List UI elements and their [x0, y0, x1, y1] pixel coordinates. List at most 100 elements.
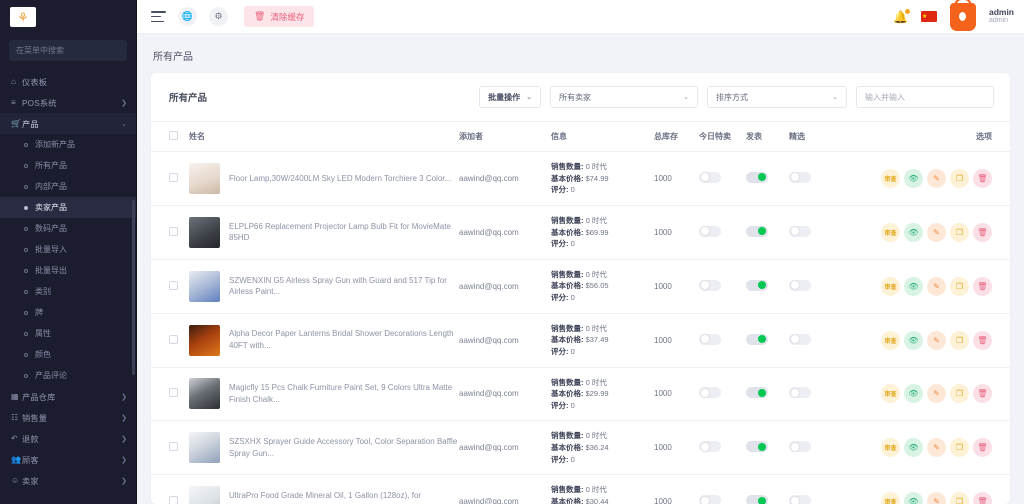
view-icon[interactable]: 👁	[904, 331, 923, 350]
row-checkbox[interactable]	[169, 335, 178, 344]
select-all-checkbox[interactable]	[169, 131, 178, 140]
review-button[interactable]: 审查	[881, 223, 900, 242]
edit-icon[interactable]: ✎	[927, 384, 946, 403]
row-checkbox[interactable]	[169, 173, 178, 182]
row-checkbox[interactable]	[169, 442, 178, 451]
delete-icon[interactable]: 🗑	[973, 438, 992, 457]
user-info[interactable]: admin admin	[989, 8, 1014, 26]
row-checkbox[interactable]	[169, 496, 178, 504]
sidebar-item-warehouse[interactable]: ▦ 产品仓库 ❯	[0, 386, 136, 407]
sidebar-item-seller-products[interactable]: 卖家产品	[0, 197, 136, 218]
view-icon[interactable]: 👁	[904, 277, 923, 296]
edit-icon[interactable]: ✎	[927, 492, 946, 504]
delete-icon[interactable]: 🗑	[973, 384, 992, 403]
sidebar-item-inhouse-products[interactable]: 内部产品	[0, 176, 136, 197]
featured-toggle[interactable]	[789, 441, 811, 452]
featured-toggle[interactable]	[789, 280, 811, 291]
view-icon[interactable]: 👁	[904, 438, 923, 457]
edit-icon[interactable]: ✎	[927, 169, 946, 188]
view-icon[interactable]: 👁	[904, 384, 923, 403]
sidebar-item-sales[interactable]: ☷ 销售量 ❯	[0, 407, 136, 428]
published-toggle[interactable]	[746, 172, 768, 183]
search-input[interactable]	[865, 93, 985, 102]
sidebar-item-customers[interactable]: 👥 顾客 ❯	[0, 449, 136, 470]
today-deal-toggle[interactable]	[699, 226, 721, 237]
published-toggle[interactable]	[746, 280, 768, 291]
sidebar-item-all-products[interactable]: 所有产品	[0, 155, 136, 176]
edit-icon[interactable]: ✎	[927, 331, 946, 350]
today-deal-toggle[interactable]	[699, 495, 721, 504]
clear-cache-button[interactable]: 🗑 清除缓存	[244, 6, 314, 27]
sidebar-item-attributes[interactable]: 属性	[0, 323, 136, 344]
today-deal-toggle[interactable]	[699, 334, 721, 345]
logo-container[interactable]: ⚘	[0, 0, 136, 34]
sidebar-scrollbar[interactable]	[132, 200, 135, 375]
sidebar-item-products[interactable]: 🛒 产品 ⌄	[0, 113, 136, 134]
row-checkbox[interactable]	[169, 388, 178, 397]
sort-filter-select[interactable]: 排序方式 ⌄	[707, 86, 847, 108]
edit-icon[interactable]: ✎	[927, 223, 946, 242]
delete-icon[interactable]: 🗑	[973, 331, 992, 350]
copy-icon[interactable]: ❐	[950, 169, 969, 188]
featured-toggle[interactable]	[789, 387, 811, 398]
copy-icon[interactable]: ❐	[950, 492, 969, 504]
sidebar-item-digital-products[interactable]: 数码产品	[0, 218, 136, 239]
copy-icon[interactable]: ❐	[950, 331, 969, 350]
delete-icon[interactable]: 🗑	[973, 277, 992, 296]
row-checkbox[interactable]	[169, 281, 178, 290]
published-toggle[interactable]	[746, 387, 768, 398]
today-deal-toggle[interactable]	[699, 441, 721, 452]
delete-icon[interactable]: 🗑	[973, 492, 992, 504]
today-deal-toggle[interactable]	[699, 387, 721, 398]
seller-filter-select[interactable]: 所有卖家 ⌄	[550, 86, 698, 108]
sidebar-item-sellers[interactable]: ☺ 卖家 ❯	[0, 470, 136, 491]
avatar[interactable]	[950, 3, 976, 31]
featured-toggle[interactable]	[789, 495, 811, 504]
sidebar-item-bulk-import[interactable]: 批量导入	[0, 239, 136, 260]
published-toggle[interactable]	[746, 441, 768, 452]
review-button[interactable]: 审查	[881, 331, 900, 350]
today-deal-toggle[interactable]	[699, 172, 721, 183]
copy-icon[interactable]: ❐	[950, 438, 969, 457]
review-button[interactable]: 审查	[881, 169, 900, 188]
gear-icon[interactable]: ⚙	[209, 7, 228, 26]
sidebar-item-colors[interactable]: 颜色	[0, 344, 136, 365]
view-icon[interactable]: 👁	[904, 169, 923, 188]
published-toggle[interactable]	[746, 226, 768, 237]
sidebar-item-add-product[interactable]: 添加新产品	[0, 134, 136, 155]
review-button[interactable]: 审查	[881, 438, 900, 457]
row-checkbox[interactable]	[169, 227, 178, 236]
sidebar-search-input[interactable]	[9, 40, 127, 61]
bell-icon[interactable]: 🔔	[893, 10, 908, 24]
globe-icon[interactable]: 🌐	[178, 7, 197, 26]
bulk-action-dropdown[interactable]: 批量操作 ⌄	[479, 86, 541, 108]
view-icon[interactable]: 👁	[904, 492, 923, 504]
sidebar-item-product-reviews[interactable]: 产品评论	[0, 365, 136, 386]
hamburger-icon[interactable]	[151, 11, 166, 22]
sidebar-item-refunds[interactable]: ↶ 退款 ❯	[0, 428, 136, 449]
copy-icon[interactable]: ❐	[950, 277, 969, 296]
featured-toggle[interactable]	[789, 172, 811, 183]
review-button[interactable]: 审查	[881, 277, 900, 296]
delete-icon[interactable]: 🗑	[973, 223, 992, 242]
view-icon[interactable]: 👁	[904, 223, 923, 242]
review-button[interactable]: 审查	[881, 492, 900, 504]
edit-icon[interactable]: ✎	[927, 277, 946, 296]
featured-toggle[interactable]	[789, 334, 811, 345]
published-toggle[interactable]	[746, 334, 768, 345]
sidebar-item-pos[interactable]: ≡ POS系统 ❯	[0, 92, 136, 113]
sidebar-item-bulk-export[interactable]: 批量导出	[0, 260, 136, 281]
sidebar-item-brands[interactable]: 牌	[0, 302, 136, 323]
table-row: SZSXHX Sprayer Guide Accessory Tool, Col…	[151, 421, 1010, 475]
sidebar-item-dashboard[interactable]: ⌂ 仪表板	[0, 71, 136, 92]
sidebar-item-categories[interactable]: 类别	[0, 281, 136, 302]
review-button[interactable]: 审查	[881, 384, 900, 403]
published-toggle[interactable]	[746, 495, 768, 504]
china-flag-icon[interactable]: ★	[921, 11, 937, 22]
copy-icon[interactable]: ❐	[950, 223, 969, 242]
delete-icon[interactable]: 🗑	[973, 169, 992, 188]
edit-icon[interactable]: ✎	[927, 438, 946, 457]
copy-icon[interactable]: ❐	[950, 384, 969, 403]
featured-toggle[interactable]	[789, 226, 811, 237]
today-deal-toggle[interactable]	[699, 280, 721, 291]
